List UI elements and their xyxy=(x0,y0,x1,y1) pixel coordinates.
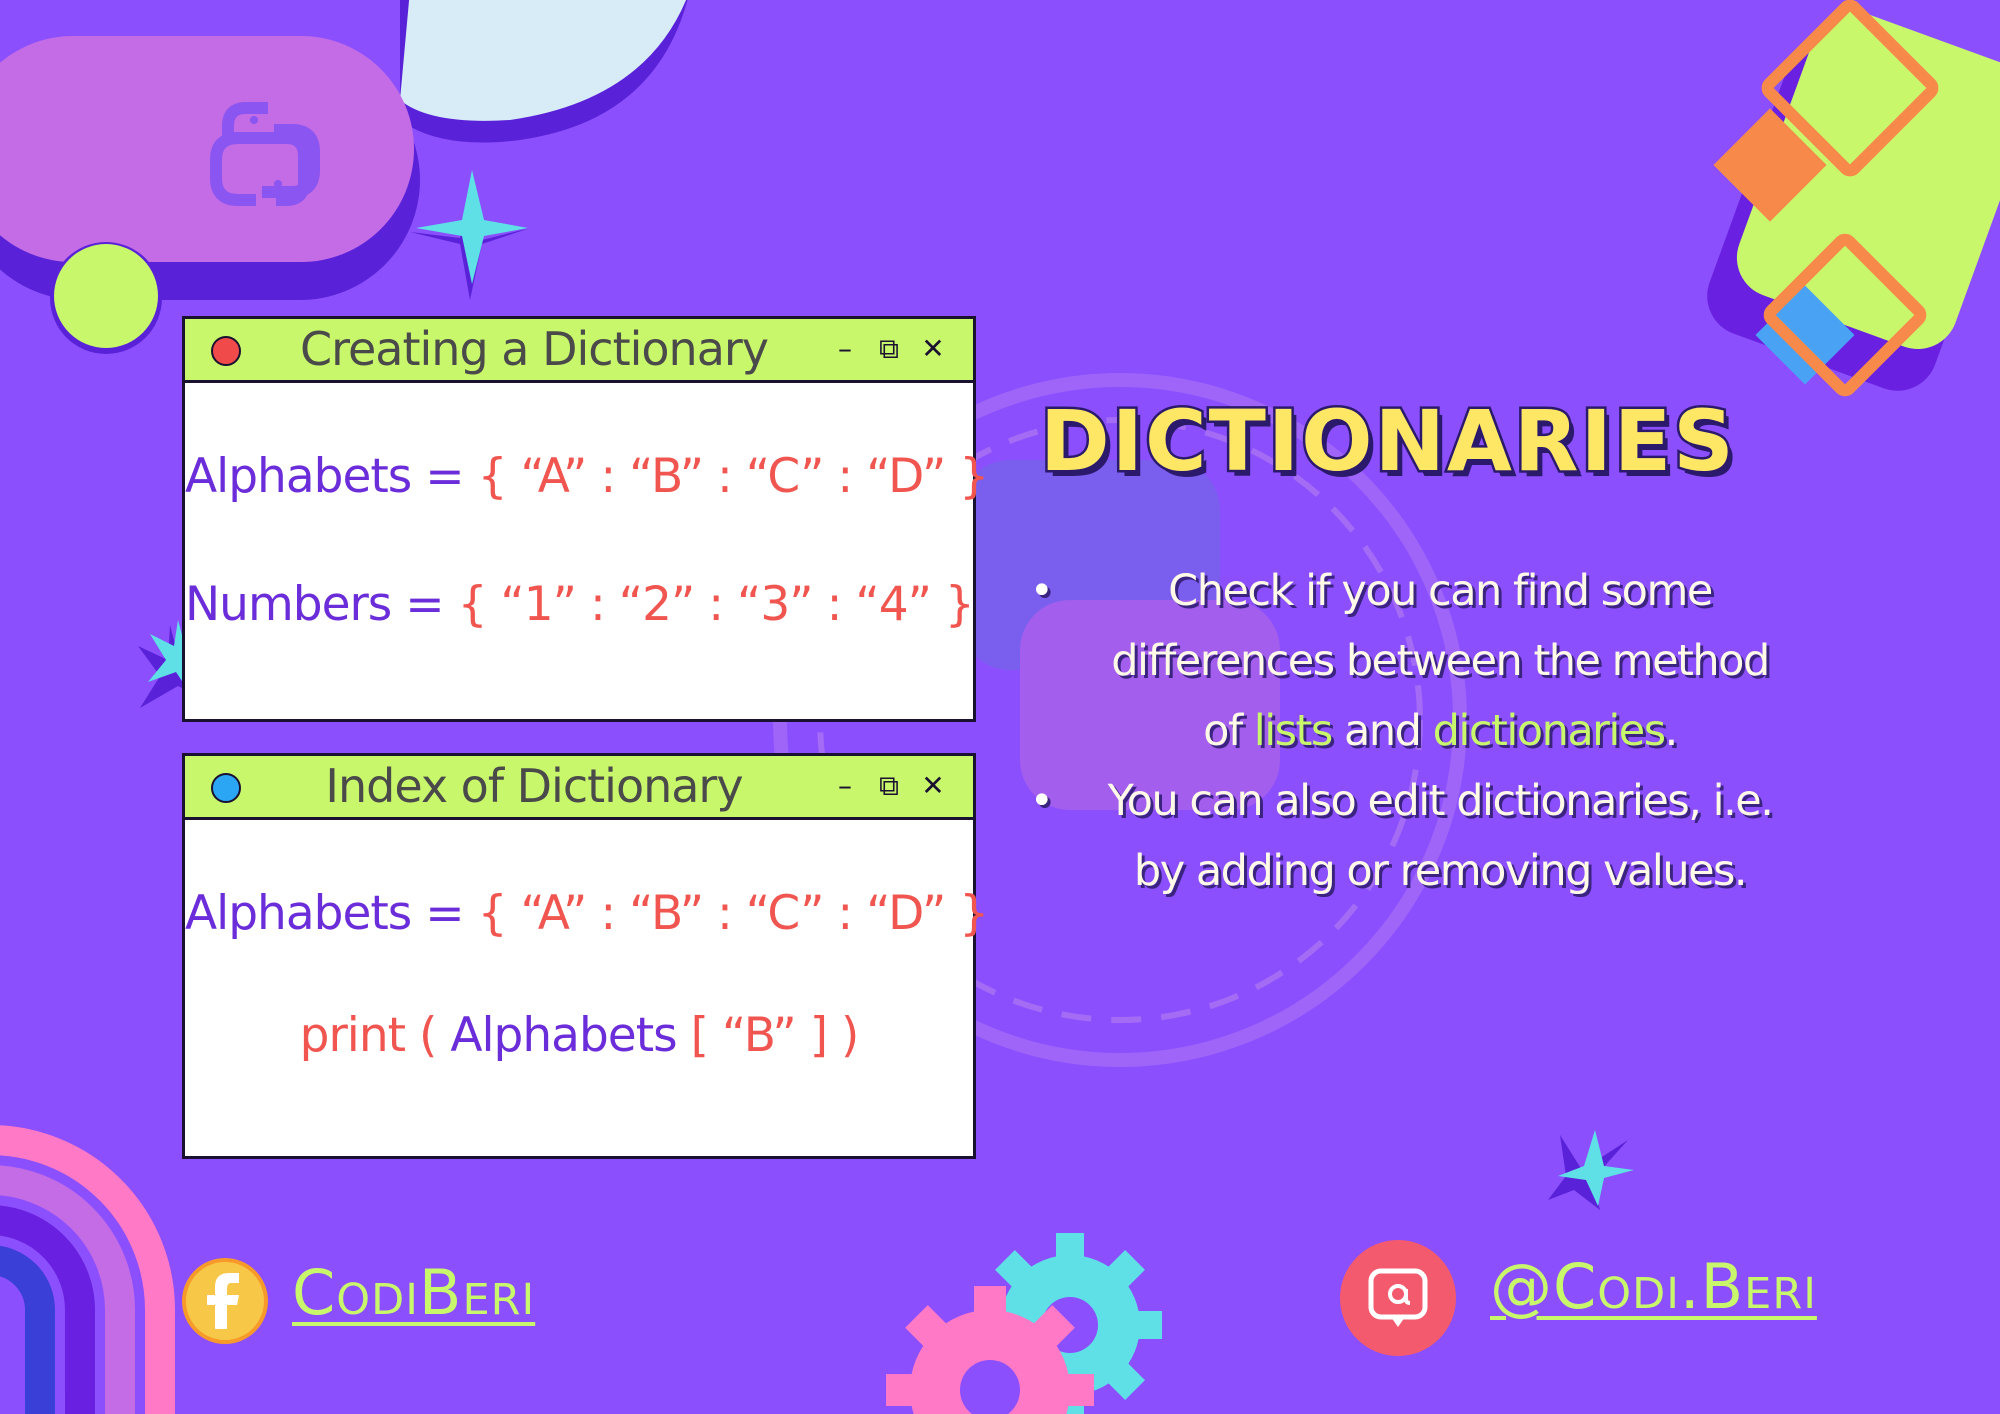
minimize-icon[interactable]: – xyxy=(827,768,863,804)
bullet-text: . xyxy=(1664,706,1679,756)
slide: Creating a Dictionary – ⧉ ✕ Alphabets = … xyxy=(0,0,2000,1414)
facebook-link[interactable]: CodiBeri xyxy=(292,1256,535,1329)
code-value: { “A” : “B” : “C” : “D” } xyxy=(477,449,990,504)
highlight-text: dictionaries xyxy=(1432,706,1667,756)
code-value: { “1” : “2” : “3” : “4” } xyxy=(457,577,975,632)
bullet-text: You can also edit dictionaries, i.e. by … xyxy=(1107,776,1774,896)
code-variable: Numbers = xyxy=(185,577,445,632)
code-line: Numbers = { “1” : “2” : “3” : “4” } xyxy=(185,577,975,632)
code-line: Alphabets = { “A” : “B” : “C” : “D” } xyxy=(185,449,989,504)
code-line: Alphabets = { “A” : “B” : “C” : “D” } xyxy=(185,886,989,941)
bullet-text: and xyxy=(1331,706,1433,756)
facebook-glyph xyxy=(207,1273,239,1329)
minimize-icon[interactable]: – xyxy=(827,331,863,367)
bullet-list: Check if you can find some differences b… xyxy=(1030,556,1790,906)
highlight-text: lists xyxy=(1253,706,1334,756)
close-icon[interactable]: ✕ xyxy=(915,768,951,804)
close-icon[interactable]: ✕ xyxy=(915,331,951,367)
code-argument: Alphabets xyxy=(450,1008,677,1063)
window-titlebar: Creating a Dictionary – ⧉ ✕ xyxy=(185,319,973,383)
at-sign-icon[interactable] xyxy=(1340,1240,1456,1356)
sparkle-icon xyxy=(1548,1130,1634,1210)
code-window-index: Index of Dictionary – ⧉ ✕ Alphabets = { … xyxy=(182,753,989,1159)
code-print-keyword: print ( xyxy=(299,1008,438,1063)
maximize-icon[interactable]: ⧉ xyxy=(871,331,907,367)
code-variable: Alphabets = xyxy=(185,886,465,941)
sparkle-icon xyxy=(410,170,530,300)
window-title: Index of Dictionary xyxy=(325,759,743,813)
rainbow-arcs xyxy=(0,1125,175,1414)
code-value: { “A” : “B” : “C” : “D” } xyxy=(477,886,990,941)
window-title: Creating a Dictionary xyxy=(299,322,769,376)
code-variable: Alphabets = xyxy=(185,449,465,504)
code-line: print ( Alphabets [ “B” ] ) xyxy=(185,1008,973,1063)
code-index: [ “B” ] ) xyxy=(690,1008,860,1063)
instagram-link[interactable]: @Codi.Beri xyxy=(1490,1250,1817,1323)
window-status-dot xyxy=(211,336,241,366)
at-sign-glyph xyxy=(1368,1268,1428,1327)
list-item: Check if you can find some differences b… xyxy=(1030,556,1790,766)
maximize-icon[interactable]: ⧉ xyxy=(871,768,907,804)
list-item: You can also edit dictionaries, i.e. by … xyxy=(1030,766,1790,906)
window-titlebar: Index of Dictionary – ⧉ ✕ xyxy=(185,756,973,820)
decorative-squares xyxy=(1707,0,2000,397)
code-window-creating: Creating a Dictionary – ⧉ ✕ Alphabets = … xyxy=(182,316,989,722)
facebook-icon[interactable] xyxy=(182,1258,268,1344)
window-status-dot xyxy=(211,773,241,803)
page-title: DICTIONARIES xyxy=(1038,390,1737,493)
gear-icon xyxy=(886,1233,1162,1414)
